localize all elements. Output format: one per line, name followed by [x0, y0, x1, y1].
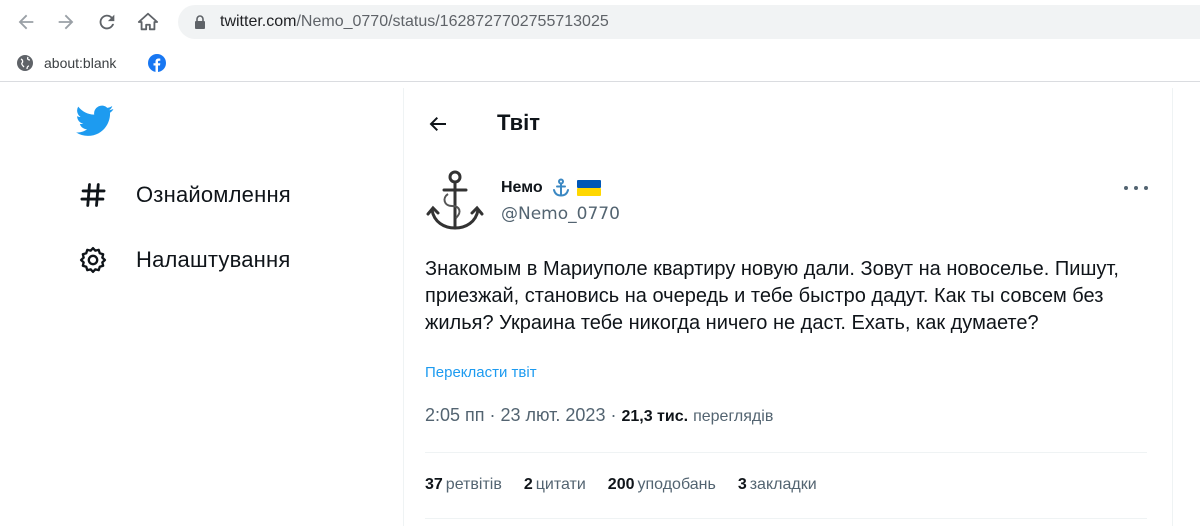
back-icon[interactable]	[14, 10, 38, 34]
divider	[425, 518, 1147, 519]
avatar[interactable]	[424, 168, 486, 234]
stat-likes[interactable]: 200 уподобань	[608, 476, 716, 494]
tweet-stats: 37 ретвітів 2 цитати 200 уподобань 3 закладк…	[425, 476, 839, 494]
ukraine-flag-icon	[576, 180, 601, 196]
stat-number: 2	[523, 476, 533, 493]
gear-icon	[78, 245, 108, 275]
bookmark-about-blank[interactable]: about:blank	[16, 54, 116, 72]
twitter-bird-icon[interactable]	[76, 104, 114, 138]
translate-link[interactable]: Перекласти твіт	[425, 364, 537, 381]
tweet-text: Знакомым в Мариуполе квартиру новую дали…	[425, 258, 1119, 334]
views-label: переглядів	[693, 408, 774, 425]
lock-icon	[195, 15, 205, 29]
divider	[425, 452, 1147, 453]
sidebar-item-settings[interactable]: Налаштування	[78, 245, 290, 275]
stat-label: закладки	[749, 476, 817, 493]
meta-separator: ·	[489, 405, 496, 425]
bookmarks-bar: about:blank	[0, 46, 1200, 82]
url-path: /Nemo_0770/status/1628727702755713025	[296, 13, 609, 30]
stat-number: 200	[607, 476, 635, 493]
stat-label: цитати	[535, 476, 586, 493]
author-emojis	[551, 178, 601, 198]
more-options-icon[interactable]	[1124, 180, 1148, 196]
stat-label: ретвітів	[445, 476, 502, 493]
page-title: Твіт	[497, 110, 541, 135]
forward-icon[interactable]	[54, 10, 78, 34]
globe-icon	[17, 55, 33, 71]
anchor-icon	[552, 178, 569, 197]
meta-separator: ·	[610, 405, 617, 425]
author-name-text: Немо	[501, 179, 543, 196]
stat-retweets[interactable]: 37 ретвітів	[425, 476, 502, 494]
views-count: 21,3 тис.	[621, 408, 689, 425]
stat-number: 3	[737, 476, 747, 493]
tweet-date[interactable]: 23 лют. 2023	[501, 405, 606, 426]
stat-quotes[interactable]: 2 цитати	[524, 476, 586, 494]
tweet-meta: 2:05 пп · 23 лют. 2023 · 21,3 тис. перег…	[425, 405, 773, 426]
stat-bookmarks[interactable]: 3 закладки	[738, 476, 817, 494]
author-handle[interactable]: @Nemo_0770	[501, 204, 620, 224]
tweet-time[interactable]: 2:05 пп	[425, 405, 485, 426]
facebook-icon	[148, 54, 166, 72]
url-host: twitter.com	[220, 13, 297, 30]
sidebar-item-label: Налаштування	[136, 247, 291, 272]
url-text: twitter.com/Nemo_0770/status/16287277027…	[220, 13, 609, 31]
column-divider	[1172, 88, 1173, 526]
sidebar-item-label: Ознайомлення	[136, 182, 291, 207]
address-bar[interactable]: twitter.com/Nemo_0770/status/16287277027…	[178, 5, 1200, 39]
sidebar-item-explore[interactable]: Ознайомлення	[78, 180, 291, 210]
stat-label: уподобань	[637, 476, 716, 493]
browser-toolbar: twitter.com/Nemo_0770/status/16287277027…	[0, 0, 1200, 44]
column-divider	[403, 88, 404, 526]
bookmark-label: about:blank	[44, 55, 117, 71]
bookmark-facebook[interactable]	[148, 54, 176, 72]
author-name[interactable]: Немо	[501, 178, 601, 198]
back-arrow-icon[interactable]	[426, 112, 450, 136]
hashtag-icon	[78, 180, 108, 210]
stat-number: 37	[425, 476, 443, 493]
reload-icon[interactable]	[95, 10, 119, 34]
home-icon[interactable]	[136, 10, 160, 34]
